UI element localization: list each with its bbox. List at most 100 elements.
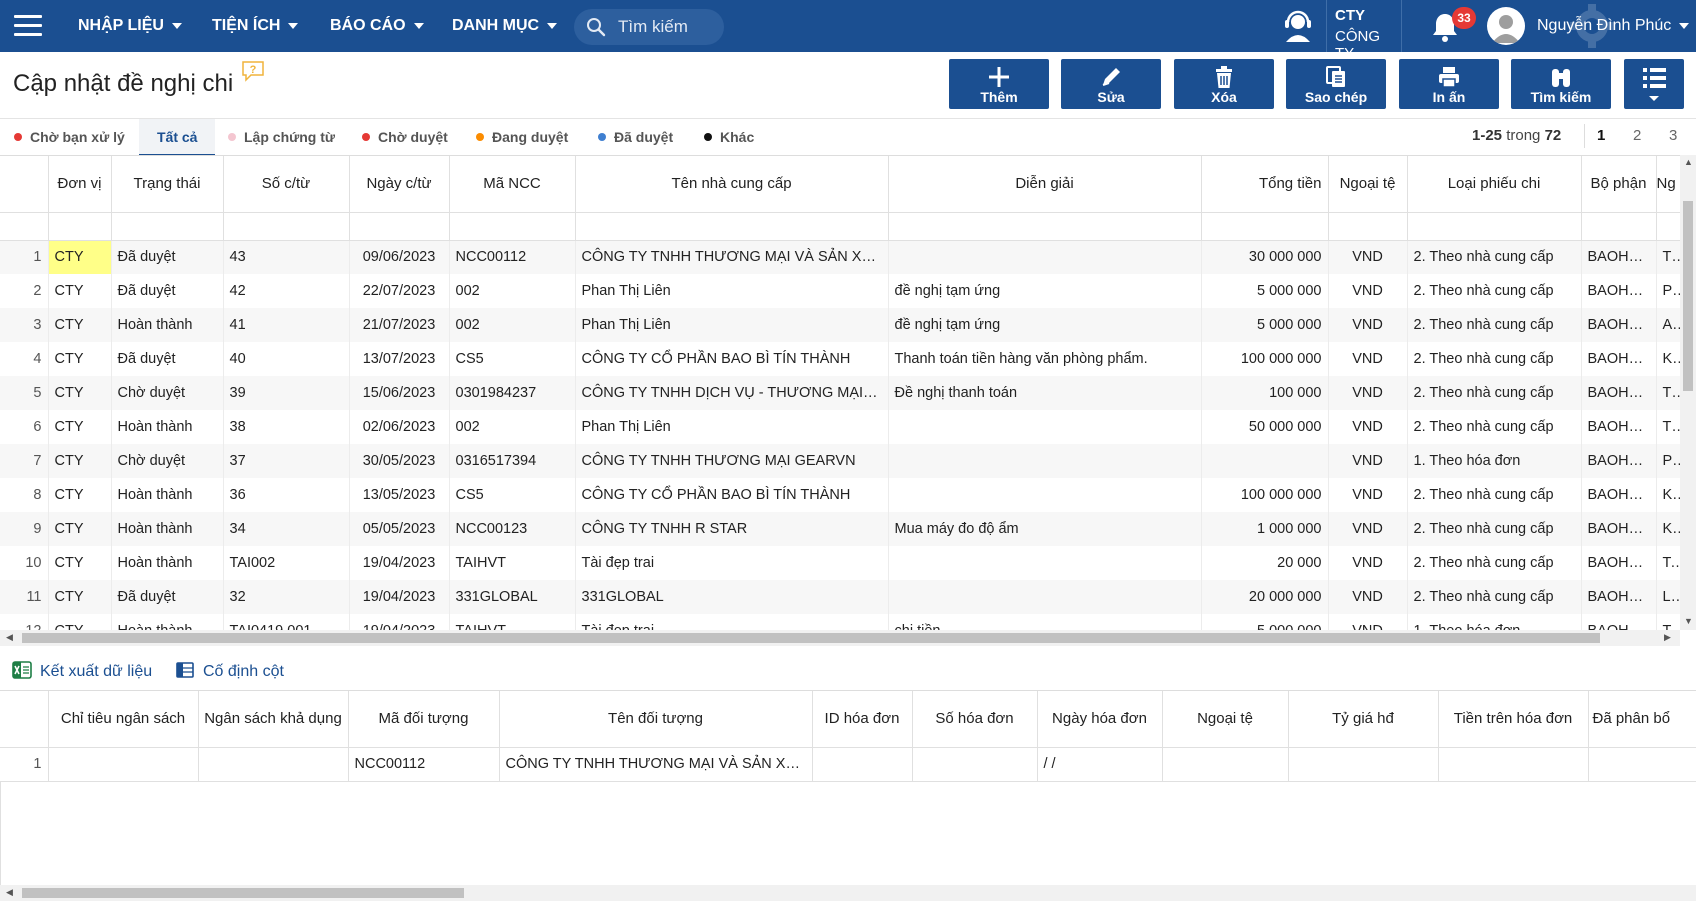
filter-cell[interactable] <box>111 212 224 241</box>
grid-cell-supplier-name[interactable]: 331GLOBAL <box>575 580 889 614</box>
grid-cell-date[interactable]: 19/04/2023 <box>349 580 450 614</box>
grid-cell-currency[interactable]: VND <box>1328 546 1408 580</box>
grid-cell-supplier-code[interactable]: 331GLOBAL <box>449 580 576 614</box>
table-row[interactable]: 10 CTY Hoàn thành TAI002 19/04/2023 TAIHVT Tài… <box>0 546 1680 580</box>
filter-cell[interactable] <box>575 212 889 241</box>
grid-cell-extra[interactable]: PH <box>1656 444 1680 478</box>
grid-cell-supplier-code[interactable]: 0301984237 <box>449 376 576 410</box>
grid-cell-total[interactable]: 5 000 000 <box>1201 614 1329 630</box>
table-row[interactable]: 1 CTY Đã duyệt 43 09/06/2023 NCC00112 CÔNG TY … <box>0 240 1680 274</box>
grid-cell-total[interactable]: 1 000 000 <box>1201 512 1329 546</box>
grid-cell-extra[interactable]: TAI <box>1656 614 1680 630</box>
filter-cell[interactable] <box>48 212 112 241</box>
grid-cell-supplier-code[interactable]: 002 <box>449 274 576 308</box>
detail-cell-budget-item[interactable] <box>48 747 199 782</box>
grid-cell-status[interactable]: Hoàn thành <box>111 478 224 512</box>
grid-cell-total[interactable]: 100 000 000 <box>1201 342 1329 376</box>
grid-cell-extra[interactable]: TIN <box>1656 240 1680 274</box>
grid-cell-total[interactable]: 100 000 000 <box>1201 478 1329 512</box>
scroll-thumb[interactable] <box>1683 201 1693 391</box>
grid-cell-supplier-name[interactable]: CÔNG TY TNHH DỊCH VỤ - THƯƠNG MẠI VÀ <box>575 376 889 410</box>
grid-cell-supplier-name[interactable]: Tài đẹp trai <box>575 614 889 630</box>
add-button[interactable]: Thêm <box>949 59 1049 109</box>
company-selector[interactable]: CTY CÔNG TY <box>1326 0 1402 62</box>
grid-cell-payment-type[interactable]: 1. Theo hóa đơn <box>1407 444 1582 478</box>
grid-cell-date[interactable]: 21/07/2023 <box>349 308 450 342</box>
grid-cell-unit[interactable]: CTY <box>48 444 112 478</box>
grid-cell-unit[interactable]: CTY <box>48 546 112 580</box>
detail-header-cell[interactable]: Số hóa đơn <box>912 691 1038 748</box>
grid-header-cell[interactable]: Đơn vị <box>48 156 112 213</box>
grid-cell-description[interactable] <box>888 580 1202 614</box>
grid-cell-description[interactable] <box>888 546 1202 580</box>
filter-cell[interactable] <box>449 212 576 241</box>
grid-header-cell[interactable]: Mã NCC <box>449 156 576 213</box>
grid-cell-status[interactable]: Đã duyệt <box>111 342 224 376</box>
grid-cell-doc-no[interactable]: 36 <box>223 478 350 512</box>
detail-cell-invoice-amount[interactable] <box>1438 747 1589 782</box>
detail-row[interactable]: 1 NCC00112 CÔNG TY TNHH THƯƠNG MẠI VÀ SẢ… <box>0 747 1696 782</box>
grid-cell-supplier-name[interactable]: CÔNG TY TNHH THƯƠNG MẠI VÀ SẢN XUẤT <box>575 240 889 274</box>
grid-cell-payment-type[interactable]: 2. Theo nhà cung cấp <box>1407 274 1582 308</box>
grid-cell-payment-type[interactable]: 2. Theo nhà cung cấp <box>1407 410 1582 444</box>
table-row[interactable]: 11 CTY Đã duyệt 32 19/04/2023 331GLOBAL 331GLO… <box>0 580 1680 614</box>
grid-cell-doc-no[interactable]: 38 <box>223 410 350 444</box>
tab-in-review[interactable]: Đang duyệt <box>476 119 568 157</box>
grid-cell-status[interactable]: Đã duyệt <box>111 580 224 614</box>
grid-cell-description[interactable]: Mua máy đo độ ẩm <box>888 512 1202 546</box>
grid-header-cell[interactable]: Diễn giải <box>888 156 1202 213</box>
filter-cell[interactable] <box>1581 212 1657 241</box>
grid-cell-status[interactable]: Hoàn thành <box>111 410 224 444</box>
table-row[interactable]: 7 CTY Chờ duyệt 37 30/05/2023 0316517394 CÔNG … <box>0 444 1680 478</box>
detail-cell-currency[interactable] <box>1162 747 1289 782</box>
detail-header-cell[interactable]: Tên đối tượng <box>499 691 813 748</box>
detail-cell-allocated[interactable] <box>1588 747 1696 782</box>
grid-cell-payment-type[interactable]: 2. Theo nhà cung cấp <box>1407 376 1582 410</box>
grid-cell-unit[interactable]: CTY <box>48 376 112 410</box>
grid-cell-status[interactable]: Đã duyệt <box>111 240 224 274</box>
grid-cell-description[interactable] <box>888 240 1202 274</box>
grid-cell-currency[interactable]: VND <box>1328 512 1408 546</box>
table-row[interactable]: 8 CTY Hoàn thành 36 13/05/2023 CS5 CÔNG TY CỔ … <box>0 478 1680 512</box>
grid-cell-department[interactable]: BAOHANH <box>1581 342 1657 376</box>
detail-header-cell[interactable]: Đã phân bổ <box>1588 691 1696 748</box>
grid-cell-department[interactable]: BAOHANH <box>1581 376 1657 410</box>
edit-button[interactable]: Sửa <box>1061 59 1161 109</box>
grid-header-cell[interactable]: Trạng thái <box>111 156 224 213</box>
grid-cell-doc-no[interactable]: TAI0419.001 <box>223 614 350 630</box>
vertical-scrollbar[interactable]: ▲ ▼ <box>1680 155 1696 630</box>
detail-header-cell[interactable]: Ngày hóa đơn <box>1037 691 1163 748</box>
grid-header-cell[interactable]: Số c/từ <box>223 156 350 213</box>
grid-cell-extra[interactable]: AN <box>1656 308 1680 342</box>
grid-cell-currency[interactable]: VND <box>1328 410 1408 444</box>
grid-cell-department[interactable]: BAOHANH <box>1581 308 1657 342</box>
grid-cell-extra[interactable]: LIE <box>1656 580 1680 614</box>
scroll-right-icon[interactable]: ▶ <box>1664 632 1671 643</box>
grid-cell-total[interactable]: 5 000 000 <box>1201 274 1329 308</box>
grid-cell-supplier-name[interactable]: Phan Thị Liên <box>575 410 889 444</box>
grid-cell-total[interactable]: 100 000 <box>1201 376 1329 410</box>
hamburger-menu-icon[interactable] <box>14 15 42 37</box>
grid-cell-status[interactable]: Hoàn thành <box>111 308 224 342</box>
search-button[interactable]: Tìm kiếm <box>1511 59 1611 109</box>
grid-cell-date[interactable]: 05/05/2023 <box>349 512 450 546</box>
grid-cell-doc-no[interactable]: 40 <box>223 342 350 376</box>
search-input[interactable] <box>618 16 718 38</box>
detail-header-cell[interactable]: Chỉ tiêu ngân sách <box>48 691 199 748</box>
grid-cell-payment-type[interactable]: 2. Theo nhà cung cấp <box>1407 580 1582 614</box>
menu-nhap-lieu[interactable]: NHẬP LIỆU <box>78 0 182 52</box>
grid-cell-unit[interactable]: CTY <box>48 274 112 308</box>
grid-cell-payment-type[interactable]: 2. Theo nhà cung cấp <box>1407 342 1582 376</box>
grid-cell-department[interactable]: BAOHANH <box>1581 478 1657 512</box>
grid-cell-date[interactable]: 30/05/2023 <box>349 444 450 478</box>
grid-cell-extra[interactable]: TH <box>1656 410 1680 444</box>
grid-cell-currency[interactable]: VND <box>1328 376 1408 410</box>
grid-cell-total[interactable]: 50 000 000 <box>1201 410 1329 444</box>
grid-cell-extra[interactable]: KH <box>1656 342 1680 376</box>
grid-cell-description[interactable]: Thanh toán tiền hàng văn phòng phẩm. <box>888 342 1202 376</box>
grid-cell-department[interactable]: BAOHANH <box>1581 240 1657 274</box>
grid-cell-status[interactable]: Hoàn thành <box>111 614 224 630</box>
filter-cell[interactable] <box>1407 212 1582 241</box>
grid-cell-department[interactable]: BAOHANH <box>1581 546 1657 580</box>
grid-cell-extra[interactable]: TH <box>1656 376 1680 410</box>
